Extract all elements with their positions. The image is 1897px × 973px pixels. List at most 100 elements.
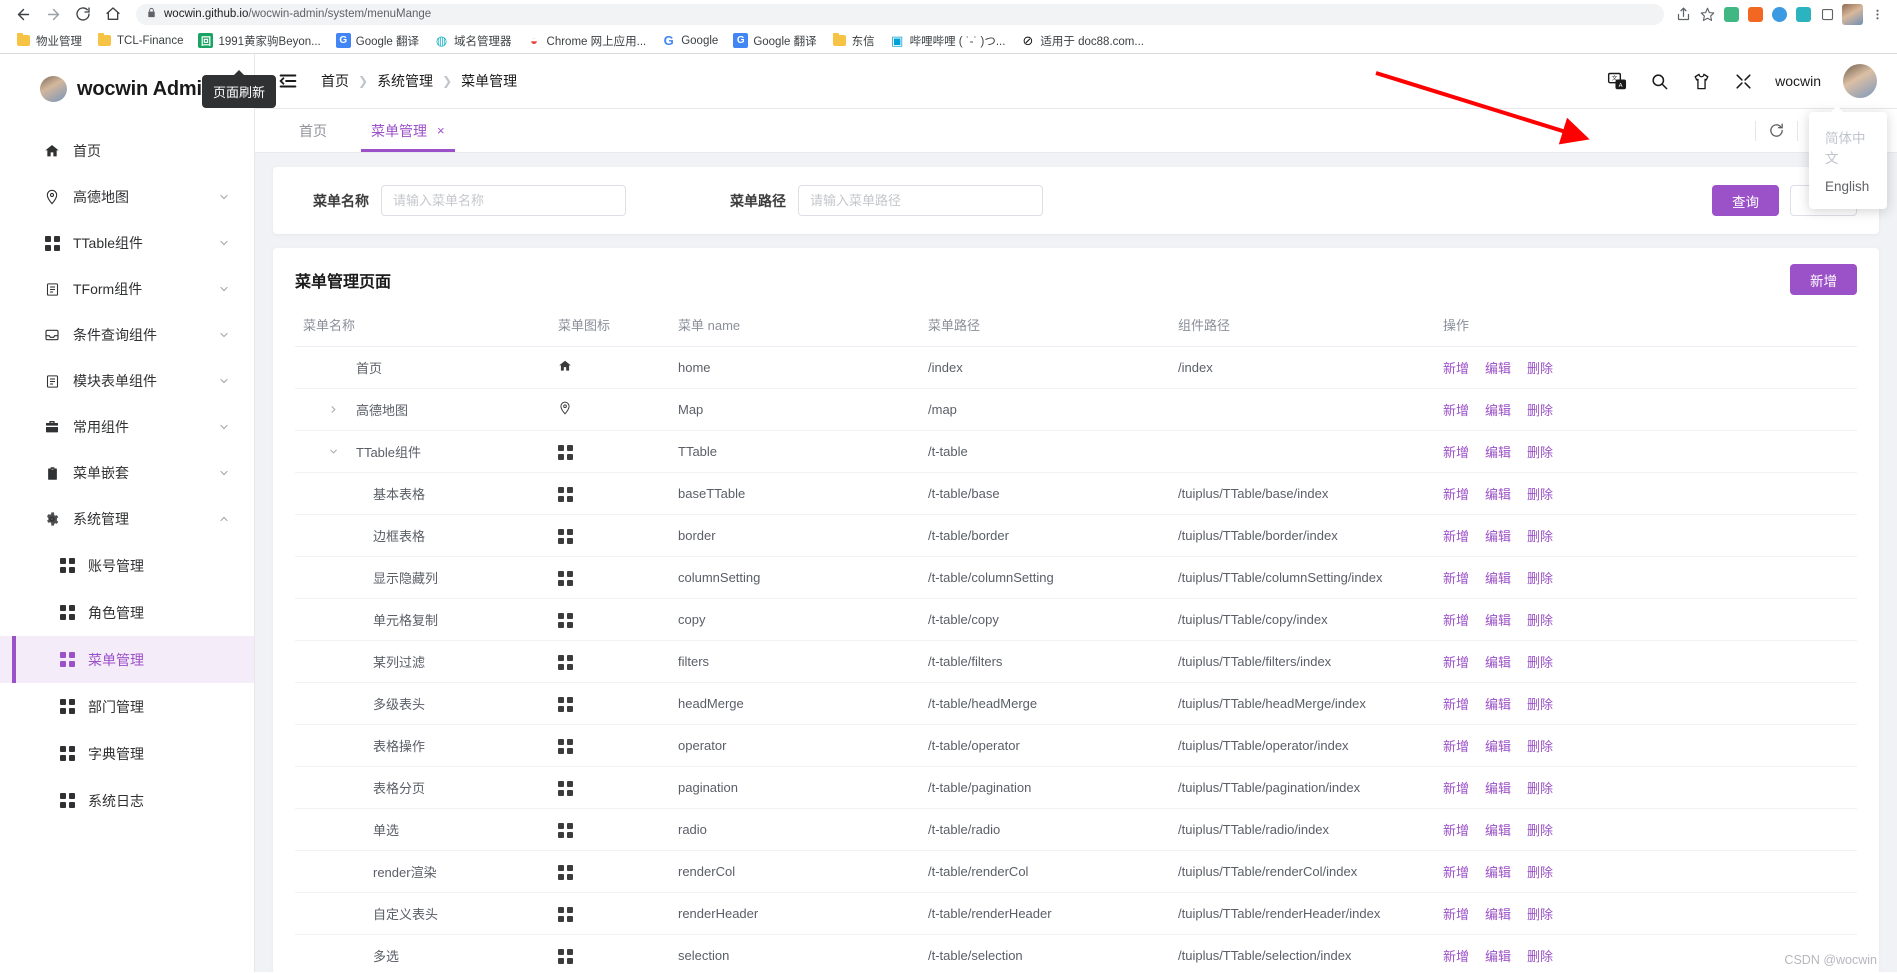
- op-add-link[interactable]: 新增: [1443, 526, 1469, 545]
- sidebar-item-syslog[interactable]: 系统日志: [0, 777, 254, 824]
- op-edit-link[interactable]: 编辑: [1485, 904, 1511, 923]
- op-add-link[interactable]: 新增: [1443, 610, 1469, 629]
- sidebar-item-tform[interactable]: TForm组件: [0, 266, 254, 312]
- search-button[interactable]: 查询: [1712, 185, 1779, 216]
- op-add-link[interactable]: 新增: [1443, 442, 1469, 461]
- bookmark-item[interactable]: G Google: [654, 31, 725, 50]
- op-delete-link[interactable]: 删除: [1527, 736, 1553, 755]
- sidebar-item-amap[interactable]: 高德地图: [0, 174, 254, 220]
- profile-avatar[interactable]: [1842, 3, 1863, 25]
- op-edit-link[interactable]: 编辑: [1485, 568, 1511, 587]
- chevron-right-icon[interactable]: [325, 404, 342, 415]
- search-input-menu-path[interactable]: [798, 185, 1043, 216]
- sidebar-item-role[interactable]: 角色管理: [0, 589, 254, 636]
- sidebar-item-ttable[interactable]: TTable组件: [0, 220, 254, 266]
- op-delete-link[interactable]: 删除: [1527, 442, 1553, 461]
- sidebar-item-menu-nesting[interactable]: 菜单嵌套: [0, 450, 254, 496]
- avatar[interactable]: [1843, 64, 1877, 98]
- op-add-link[interactable]: 新增: [1443, 400, 1469, 419]
- reload-icon[interactable]: [70, 2, 96, 26]
- op-add-link[interactable]: 新增: [1443, 694, 1469, 713]
- op-edit-link[interactable]: 编辑: [1485, 862, 1511, 881]
- language-option-zh[interactable]: 简体中文: [1809, 121, 1887, 173]
- forward-arrow-icon[interactable]: [40, 2, 66, 26]
- op-edit-link[interactable]: 编辑: [1485, 820, 1511, 839]
- bookmark-item[interactable]: ⊘ 适用于 doc88.com...: [1013, 31, 1151, 51]
- bookmark-item[interactable]: 物业管理: [9, 31, 89, 51]
- op-add-link[interactable]: 新增: [1443, 484, 1469, 503]
- tab-home[interactable]: 首页: [277, 109, 349, 152]
- theme-shirt-icon[interactable]: [1691, 71, 1711, 91]
- op-edit-link[interactable]: 编辑: [1485, 946, 1511, 965]
- op-delete-link[interactable]: 删除: [1527, 652, 1553, 671]
- language-icon[interactable]: 文 A: [1607, 71, 1627, 91]
- breadcrumb-item[interactable]: 系统管理: [377, 71, 433, 91]
- sidebar-item-system[interactable]: 系统管理: [0, 496, 254, 542]
- op-edit-link[interactable]: 编辑: [1485, 358, 1511, 377]
- op-edit-link[interactable]: 编辑: [1485, 736, 1511, 755]
- op-edit-link[interactable]: 编辑: [1485, 526, 1511, 545]
- op-delete-link[interactable]: 删除: [1527, 526, 1553, 545]
- op-delete-link[interactable]: 删除: [1527, 694, 1553, 713]
- extensions-puzzle-icon[interactable]: [1818, 5, 1837, 24]
- bookmark-item[interactable]: 东信: [825, 31, 882, 51]
- op-delete-link[interactable]: 删除: [1527, 484, 1553, 503]
- extension-icon-orange[interactable]: [1746, 5, 1765, 24]
- sidebar-item-home[interactable]: 首页: [0, 128, 254, 174]
- refresh-icon[interactable]: [1755, 120, 1797, 141]
- chevron-down-icon[interactable]: [325, 446, 342, 457]
- tab-menu-manage[interactable]: 菜单管理 ×: [349, 109, 467, 152]
- sidebar-item-module-form[interactable]: 模块表单组件: [0, 358, 254, 404]
- op-delete-link[interactable]: 删除: [1527, 358, 1553, 377]
- op-edit-link[interactable]: 编辑: [1485, 610, 1511, 629]
- sidebar-item-account[interactable]: 账号管理: [0, 542, 254, 589]
- bookmark-item[interactable]: ◒ Chrome 网上应用...: [520, 31, 654, 51]
- bookmark-star-icon[interactable]: [1698, 5, 1717, 24]
- language-option-en[interactable]: English: [1809, 173, 1887, 200]
- search-input-menu-name[interactable]: [381, 185, 626, 216]
- op-add-link[interactable]: 新增: [1443, 358, 1469, 377]
- op-delete-link[interactable]: 删除: [1527, 568, 1553, 587]
- extension-icon-vue[interactable]: [1722, 5, 1741, 24]
- op-edit-link[interactable]: 编辑: [1485, 652, 1511, 671]
- share-icon[interactable]: [1674, 5, 1693, 24]
- back-arrow-icon[interactable]: [10, 2, 36, 26]
- op-add-link[interactable]: 新增: [1443, 652, 1469, 671]
- op-delete-link[interactable]: 删除: [1527, 820, 1553, 839]
- collapse-menu-icon[interactable]: [277, 70, 299, 92]
- op-delete-link[interactable]: 删除: [1527, 904, 1553, 923]
- op-delete-link[interactable]: 删除: [1527, 610, 1553, 629]
- bookmark-item[interactable]: ▣ 哔哩哔哩 ( ˙-˙ )つ...: [883, 31, 1013, 51]
- add-button[interactable]: 新增: [1790, 264, 1857, 295]
- op-edit-link[interactable]: 编辑: [1485, 442, 1511, 461]
- bookmark-item[interactable]: G Google 翻译: [329, 31, 426, 51]
- sidebar-item-menu-manage[interactable]: 菜单管理: [0, 636, 254, 683]
- op-edit-link[interactable]: 编辑: [1485, 484, 1511, 503]
- op-add-link[interactable]: 新增: [1443, 946, 1469, 965]
- breadcrumb-item[interactable]: 首页: [321, 71, 349, 91]
- chrome-menu-icon[interactable]: [1868, 5, 1887, 24]
- op-edit-link[interactable]: 编辑: [1485, 778, 1511, 797]
- bookmark-item[interactable]: 回 1991黄家驹Beyon...: [191, 31, 327, 51]
- op-delete-link[interactable]: 删除: [1527, 778, 1553, 797]
- op-delete-link[interactable]: 删除: [1527, 400, 1553, 419]
- address-bar[interactable]: wocwin.github.io/wocwin-admin/system/men…: [136, 3, 1664, 25]
- extension-icon-teal[interactable]: [1794, 5, 1813, 24]
- op-add-link[interactable]: 新增: [1443, 862, 1469, 881]
- sidebar-item-common[interactable]: 常用组件: [0, 404, 254, 450]
- sidebar-item-dictionary[interactable]: 字典管理: [0, 730, 254, 777]
- op-add-link[interactable]: 新增: [1443, 736, 1469, 755]
- fullscreen-toggle-icon[interactable]: [1733, 71, 1753, 91]
- close-icon[interactable]: ×: [437, 123, 445, 138]
- op-add-link[interactable]: 新增: [1443, 568, 1469, 587]
- op-add-link[interactable]: 新增: [1443, 904, 1469, 923]
- extension-icon-blue[interactable]: [1770, 5, 1789, 24]
- bookmark-item[interactable]: TCL-Finance: [90, 31, 190, 50]
- sidebar-item-department[interactable]: 部门管理: [0, 683, 254, 730]
- op-delete-link[interactable]: 删除: [1527, 946, 1553, 965]
- home-icon[interactable]: [100, 2, 126, 26]
- bookmark-item[interactable]: G Google 翻译: [726, 31, 823, 51]
- search-icon[interactable]: [1649, 71, 1669, 91]
- op-add-link[interactable]: 新增: [1443, 820, 1469, 839]
- op-edit-link[interactable]: 编辑: [1485, 694, 1511, 713]
